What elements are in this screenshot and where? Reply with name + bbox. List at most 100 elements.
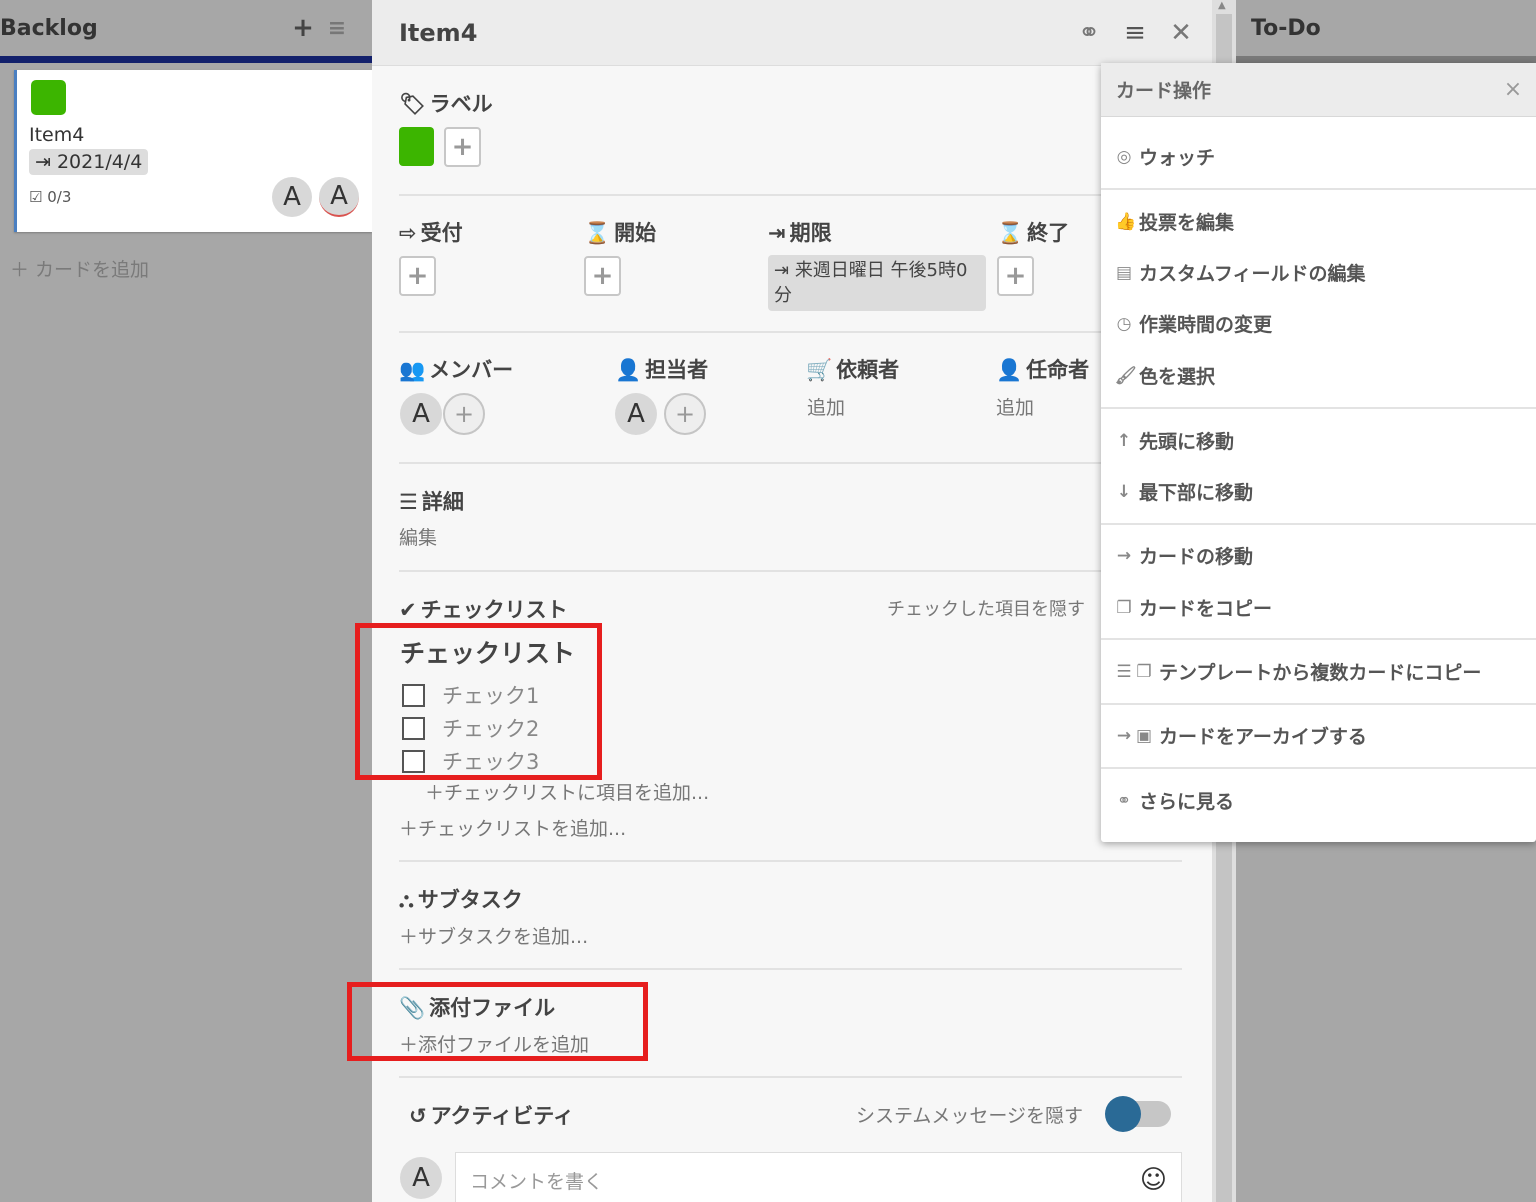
comment-placeholder: コメントを書く	[470, 1171, 604, 1193]
due-date-title: ⇥ 期限	[768, 217, 832, 247]
link-icon[interactable]: ⚭	[1066, 18, 1112, 48]
copy-icon: ❐	[1116, 597, 1132, 618]
divider	[399, 462, 1182, 464]
add-checklist-label: チェックリストを追加...	[418, 818, 627, 840]
todo-header: To-Do	[1236, 0, 1536, 63]
close-icon[interactable]: ✕	[1158, 18, 1204, 48]
user-icon: 👤	[615, 358, 642, 382]
divider	[399, 331, 1182, 333]
users-icon: 👥	[399, 358, 426, 382]
due-arrow-icon: ⇥	[768, 221, 786, 245]
add-member-button[interactable]: +	[443, 393, 485, 435]
add-checklist-link[interactable]: ＋チェックリストを追加...	[399, 814, 626, 841]
hourglass-start-icon: ⌛	[584, 221, 611, 245]
assigner-title-text: 任命者	[1026, 358, 1090, 382]
subtasks-title-text: サブタスク	[417, 888, 523, 912]
minicard-item4[interactable]: Item4 ⇥ 2021/4/4 ☑ 0/3 A A	[14, 70, 372, 232]
popup-header: カード操作 ×	[1101, 63, 1536, 117]
eye-slash-icon: ◎	[1116, 146, 1132, 167]
assignee-title: 👤 担当者	[615, 354, 708, 384]
member-avatar[interactable]: A	[400, 393, 442, 435]
sitemap-icon: ⛬	[399, 888, 414, 912]
tags-icon: 🏷	[399, 92, 426, 116]
hide-system-messages-toggle[interactable]	[1105, 1096, 1171, 1132]
assigner-title: 👤 任命者	[996, 354, 1089, 384]
add-requester-link[interactable]: 追加	[807, 393, 845, 420]
check-icon: ✔	[399, 598, 417, 622]
card-title[interactable]: Item4	[399, 19, 1066, 47]
edit-description-link[interactable]: 編集	[399, 523, 437, 550]
add-checklist-item-link[interactable]: ＋チェックリストに項目を追加...	[425, 778, 709, 805]
hide-checked-items-link[interactable]: チェックした項目を隠す	[887, 595, 1085, 621]
cart-icon: 🛒	[806, 358, 833, 382]
divider	[1101, 188, 1536, 190]
menu-item-copy-checklist-to-many-cards[interactable]: ☰ ❐ テンプレートから複数カードにコピー	[1115, 658, 1481, 685]
highlight-box	[347, 982, 648, 1061]
minicard-date-text: 2021/4/4	[56, 151, 143, 173]
add-checklist-item-label: チェックリストに項目を追加...	[444, 782, 710, 804]
comment-avatar: A	[400, 1157, 442, 1199]
avatar[interactable]: A	[319, 177, 359, 217]
add-subtask-link[interactable]: ＋サブタスクを追加...	[399, 922, 588, 949]
add-card-button[interactable]: ＋ カードを追加	[10, 255, 149, 282]
checklists-title: ✔ チェックリスト	[399, 594, 568, 624]
requester-title: 🛒 依頼者	[806, 354, 899, 384]
menu-item-edit-custom-fields[interactable]: ▤ カスタムフィールドの編集	[1115, 259, 1366, 286]
activity-title: ↺ アクティビティ	[409, 1100, 574, 1130]
divider	[399, 860, 1182, 862]
add-start-date-button[interactable]: +	[584, 256, 621, 296]
add-label-button[interactable]: +	[444, 127, 481, 167]
divider	[1101, 407, 1536, 409]
card-actions-popup: カード操作 × ◎ ウォッチ 👍 投票を編集 ▤ カスタムフィールドの編集 ◷ 作業時間…	[1101, 63, 1536, 842]
avatar[interactable]: A	[272, 177, 312, 217]
sign-in-icon: ⇨	[399, 221, 417, 245]
menu-item-move-card[interactable]: → カードの移動	[1115, 542, 1253, 569]
menu-item-label: 色を選択	[1139, 366, 1216, 388]
due-title-text: 期限	[789, 221, 832, 245]
toggle-knob	[1105, 1096, 1141, 1132]
add-received-date-button[interactable]: +	[399, 256, 436, 296]
arrow-up-icon: ↑	[1116, 430, 1132, 451]
divider	[399, 570, 1182, 572]
menu-item-label: 最下部に移動	[1139, 482, 1254, 504]
label-chip-green[interactable]	[399, 127, 434, 166]
list-menu-icon[interactable]: ≡	[320, 16, 354, 41]
menu-item-label: さらに見る	[1139, 791, 1235, 813]
minicard-title: Item4	[29, 124, 85, 146]
link-icon: ⚭	[1116, 790, 1132, 811]
menu-item-label: カードをアーカイブする	[1159, 726, 1367, 748]
comment-input[interactable]: コメントを書く ☺	[455, 1152, 1182, 1202]
add-assignee-button[interactable]: +	[664, 393, 706, 435]
members-title: 👥 メンバー	[399, 354, 513, 384]
menu-item-move-to-bottom[interactable]: ↓ 最下部に移動	[1115, 478, 1253, 505]
popup-title: カード操作	[1116, 80, 1212, 102]
add-end-date-button[interactable]: +	[997, 256, 1034, 296]
clock-icon: ◷	[1116, 313, 1132, 334]
menu-item-select-color[interactable]: 🖌 色を選択	[1115, 362, 1215, 389]
menu-item-archive-card[interactable]: → ▣ カードをアーカイブする	[1115, 722, 1367, 749]
card-detail-header: Item4 ⚭ ≡ ✕	[372, 0, 1212, 66]
menu-item-watch[interactable]: ◎ ウォッチ	[1115, 143, 1215, 170]
add-card-label: カードを追加	[35, 259, 150, 281]
labels-title-text: ラベル	[429, 92, 493, 116]
requester-title-text: 依頼者	[836, 358, 900, 382]
add-assigner-link[interactable]: 追加	[996, 393, 1034, 420]
menu-item-more[interactable]: ⚭ さらに見る	[1115, 787, 1234, 814]
assignee-avatar[interactable]: A	[615, 393, 657, 435]
assignee-title-text: 担当者	[645, 358, 709, 382]
emoji-icon[interactable]: ☺	[1140, 1165, 1167, 1195]
add-icon[interactable]: +	[286, 13, 320, 43]
scroll-up-arrow-icon[interactable]: ▲	[1218, 0, 1226, 11]
due-date-value[interactable]: ⇥ 来週日曜日 午後5時0分	[768, 255, 986, 311]
menu-item-move-to-top[interactable]: ↑ 先頭に移動	[1115, 427, 1234, 454]
menu-item-label: 投票を編集	[1139, 212, 1235, 234]
menu-item-change-spent-time[interactable]: ◷ 作業時間の変更	[1115, 310, 1272, 337]
highlight-box	[355, 623, 602, 780]
checklists-title-text: チェックリスト	[420, 598, 568, 622]
hamburger-menu-icon[interactable]: ≡	[1112, 18, 1158, 48]
close-icon[interactable]: ×	[1490, 77, 1536, 102]
menu-item-label: 作業時間の変更	[1139, 314, 1273, 336]
menu-item-copy-card[interactable]: ❐ カードをコピー	[1115, 594, 1272, 621]
align-left-icon: ☰	[399, 490, 418, 514]
menu-item-edit-vote[interactable]: 👍 投票を編集	[1115, 208, 1234, 235]
